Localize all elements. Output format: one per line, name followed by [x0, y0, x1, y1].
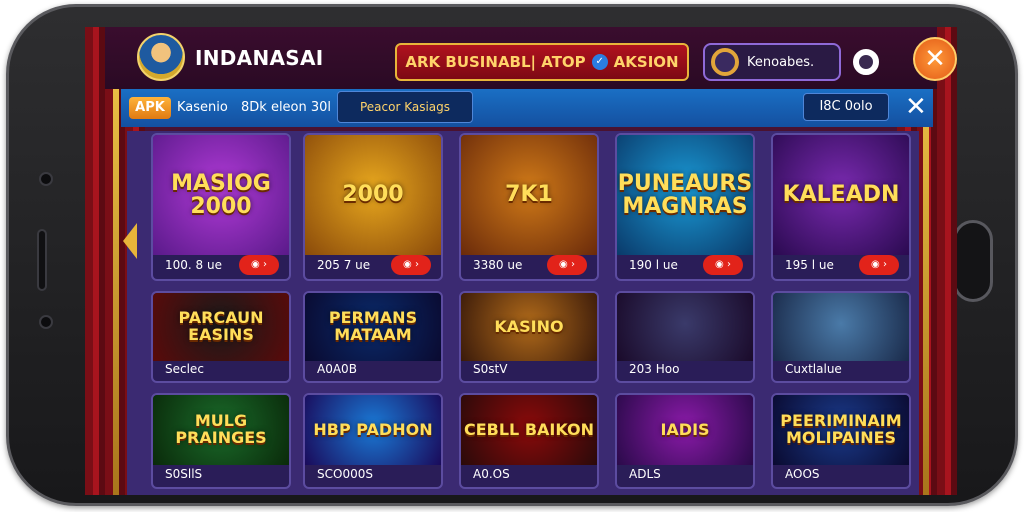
game-card-footer: SCO000S — [305, 461, 441, 487]
game-thumbnail: MULG PRAINGES — [153, 395, 289, 465]
game-card-footer: A0A0B — [305, 357, 441, 381]
game-thumbnail — [773, 293, 909, 361]
coin-ring-icon — [711, 48, 739, 76]
game-card-footer: 100. 8 ue ◉ › — [153, 251, 289, 279]
game-card-footer: 195 l ue ◉ › — [773, 251, 909, 279]
close-button[interactable]: ✕ — [913, 37, 957, 81]
game-thumbnail: PERMANS MATAAM — [305, 293, 441, 361]
game-card-footer: 205 7 ue ◉ › — [305, 251, 441, 279]
game-card[interactable]: PUNEAURS MAGNRAS 190 l ue ◉ › — [615, 133, 755, 281]
game-card[interactable]: PARCAUN EASINS Seclec — [151, 291, 291, 383]
settings-icon[interactable] — [853, 49, 879, 75]
phone-frame: INDANASAI ARK BUSINABL| ATOP ✓ AKSION Ke… — [6, 4, 1018, 506]
online-count: 8Dk eleon 30l — [241, 100, 332, 115]
play-button[interactable]: ◉ › — [859, 255, 899, 275]
promo-suffix: AKSION — [613, 53, 679, 71]
game-info-label: S0stV — [473, 362, 508, 376]
game-info-label: Seclec — [165, 362, 204, 376]
tab-featured[interactable]: Peacor Kasiags — [337, 91, 473, 123]
game-card[interactable]: PEERIMINAIM MOLIPAINES AOOS — [771, 393, 911, 489]
game-card[interactable]: CEBLL BAIKON A0.OS — [459, 393, 599, 489]
game-info-label: SCO000S — [317, 467, 373, 481]
game-thumbnail: KALEADN — [773, 135, 909, 255]
promo-text: ARK BUSINABL| ATOP — [405, 53, 586, 71]
game-thumbnail: MASIOG 2000 — [153, 135, 289, 255]
chevron-left-icon[interactable] — [123, 223, 137, 259]
speaker-slot — [37, 229, 47, 291]
game-thumbnail: 7K1 — [461, 135, 597, 255]
profile-avatar[interactable] — [137, 33, 185, 81]
app-screen: INDANASAI ARK BUSINABL| ATOP ✓ AKSION Ke… — [85, 27, 957, 495]
game-thumbnail: PARCAUN EASINS — [153, 293, 289, 361]
game-thumbnail: CEBLL BAIKON — [461, 395, 597, 465]
game-thumbnail: IADIS — [617, 395, 753, 465]
home-button[interactable] — [953, 220, 993, 302]
game-card[interactable]: KALEADN 195 l ue ◉ › — [771, 133, 911, 281]
user-name: Kenoabes. — [747, 54, 815, 70]
game-card-footer: 190 l ue ◉ › — [617, 251, 753, 279]
game-info-label: 100. 8 ue — [165, 258, 222, 272]
game-card[interactable]: 2000 205 7 ue ◉ › — [303, 133, 443, 281]
game-card[interactable]: 7K1 3380 ue ◉ › — [459, 133, 599, 281]
brand-name: INDANASAI — [195, 46, 324, 70]
check-icon: ✓ — [591, 54, 608, 70]
game-info-label: AOOS — [785, 467, 820, 481]
apk-badge[interactable]: APK — [129, 97, 171, 119]
game-card-footer: ADLS — [617, 461, 753, 487]
game-info-label: Cuxtlalue — [785, 362, 842, 376]
game-thumbnail: HBP PADHON — [305, 395, 441, 465]
game-thumbnail: PEERIMINAIM MOLIPAINES — [773, 395, 909, 465]
game-info-label: S0SllS — [165, 467, 203, 481]
promo-banner[interactable]: ARK BUSINABL| ATOP ✓ AKSION — [395, 43, 689, 81]
game-card[interactable]: MASIOG 2000 100. 8 ue ◉ › — [151, 133, 291, 281]
game-info-label: 203 Hoo — [629, 362, 680, 376]
game-thumbnail: KASINO — [461, 293, 597, 361]
game-card-footer: S0stV — [461, 357, 597, 381]
game-info-label: 3380 ue — [473, 258, 523, 272]
game-card[interactable]: MULG PRAINGES S0SllS — [151, 393, 291, 489]
play-button[interactable]: ◉ › — [547, 255, 587, 275]
top-bar: INDANASAI ARK BUSINABL| ATOP ✓ AKSION Ke… — [105, 27, 957, 89]
game-info-label: 195 l ue — [785, 258, 834, 272]
user-account-pill[interactable]: Kenoabes. — [703, 43, 841, 81]
game-card[interactable]: PERMANS MATAAM A0A0B — [303, 291, 443, 383]
game-card[interactable]: HBP PADHON SCO000S — [303, 393, 443, 489]
game-thumbnail: 2000 — [305, 135, 441, 255]
game-thumbnail: PUNEAURS MAGNRAS — [617, 135, 753, 255]
game-info-label: A0A0B — [317, 362, 357, 376]
game-info-label: 190 l ue — [629, 258, 678, 272]
tab-bar: APK Kasenio 8Dk eleon 30l Peacor Kasiags… — [121, 89, 933, 127]
game-card-footer: S0SllS — [153, 461, 289, 487]
game-info-label: A0.OS — [473, 467, 510, 481]
game-card[interactable]: KASINO S0stV — [459, 291, 599, 383]
front-camera-icon — [39, 172, 53, 186]
game-info-label: ADLS — [629, 467, 661, 481]
game-card-footer: 203 Hoo — [617, 357, 753, 381]
game-card[interactable]: 203 Hoo — [615, 291, 755, 383]
game-card-footer: 3380 ue ◉ › — [461, 251, 597, 279]
play-button[interactable]: ◉ › — [703, 255, 743, 275]
game-card[interactable]: Cuxtlalue — [771, 291, 911, 383]
close-tab-icon[interactable]: ✕ — [905, 91, 927, 123]
left-curtain-rope — [113, 27, 119, 495]
game-card-footer: A0.OS — [461, 461, 597, 487]
game-info-label: 205 7 ue — [317, 258, 371, 272]
sensor-icon — [39, 315, 53, 329]
game-card[interactable]: IADIS ADLS — [615, 393, 755, 489]
game-card-footer: AOOS — [773, 461, 909, 487]
tab-casino[interactable]: Kasenio — [177, 100, 228, 115]
game-thumbnail — [617, 293, 753, 361]
online-box[interactable]: I8C 0olo — [803, 93, 889, 121]
play-button[interactable]: ◉ › — [239, 255, 279, 275]
game-card-footer: Cuxtlalue — [773, 357, 909, 381]
game-card-footer: Seclec — [153, 357, 289, 381]
play-button[interactable]: ◉ › — [391, 255, 431, 275]
